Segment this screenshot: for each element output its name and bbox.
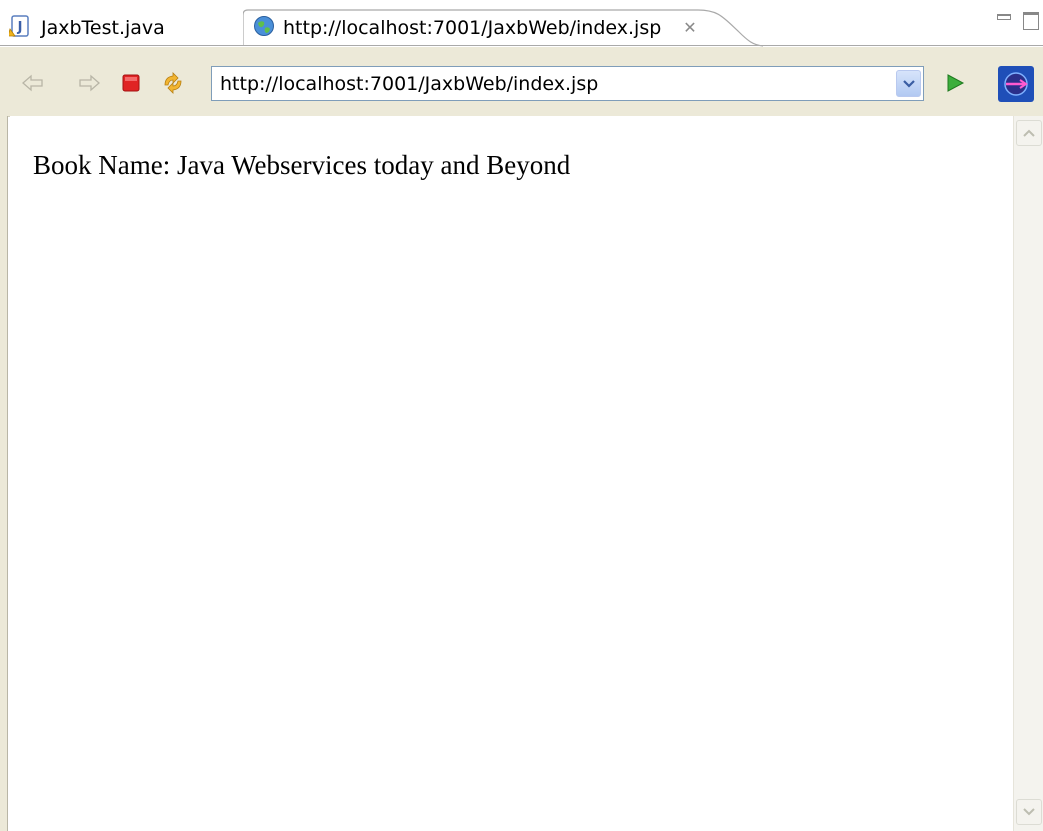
- svg-text:J: J: [17, 20, 23, 35]
- tab-divider: [0, 45, 1043, 46]
- globe-icon: [253, 15, 275, 41]
- forward-arrow-icon[interactable]: [76, 72, 102, 94]
- chevron-down-icon[interactable]: [896, 70, 921, 97]
- minimize-icon[interactable]: [997, 14, 1011, 20]
- browser-content: Book Name: Java Webservices today and Be…: [10, 116, 1013, 831]
- tab-label: http://localhost:7001/JaxbWeb/index.jsp: [283, 16, 662, 39]
- left-frame: [0, 116, 8, 831]
- maximize-icon[interactable]: [1023, 12, 1039, 30]
- url-combo[interactable]: http://localhost:7001/JaxbWeb/index.jsp: [211, 66, 924, 101]
- window-controls: [997, 12, 1039, 30]
- back-arrow-icon[interactable]: [20, 72, 46, 94]
- tab-index-jsp[interactable]: http://localhost:7001/JaxbWeb/index.jsp …: [243, 9, 763, 47]
- go-arrow-icon[interactable]: [942, 72, 968, 94]
- scroll-down-button[interactable]: [1016, 799, 1042, 825]
- scroll-up-button[interactable]: [1016, 120, 1042, 146]
- editor-tab-bar: J JaxbTest.java http://localhost:7001/Ja…: [0, 0, 1043, 47]
- browser-toolbar: http://localhost:7001/JaxbWeb/index.jsp: [0, 47, 1043, 117]
- refresh-icon[interactable]: [160, 72, 186, 94]
- url-input[interactable]: http://localhost:7001/JaxbWeb/index.jsp: [220, 73, 598, 95]
- tab-label: JaxbTest.java: [41, 17, 165, 39]
- java-file-icon: J: [7, 15, 31, 41]
- stop-icon[interactable]: [118, 72, 144, 94]
- tab-jaxbtest-java[interactable]: J JaxbTest.java: [5, 10, 241, 46]
- browser-logo-icon[interactable]: [998, 66, 1034, 102]
- close-tab-icon[interactable]: ✕: [683, 18, 696, 37]
- book-name-text: Book Name: Java Webservices today and Be…: [33, 150, 571, 180]
- vertical-scrollbar[interactable]: [1013, 116, 1043, 831]
